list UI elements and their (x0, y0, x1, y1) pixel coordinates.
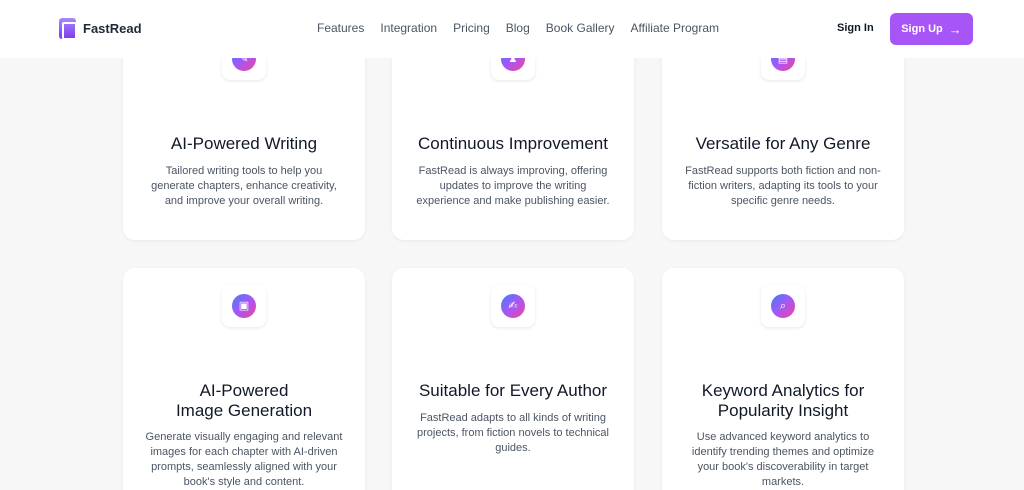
feature-icon-box: ▣ (222, 285, 266, 327)
feature-description: Use advanced keyword analytics to identi… (676, 430, 890, 490)
title-line: Keyword Analytics for (701, 381, 865, 400)
title-line: Image Generation (175, 401, 313, 420)
desc-line: images for each chapter with AI-driven (150, 446, 338, 458)
desc-line: prompts, seamlessly aligned with your (151, 461, 337, 473)
desc-line: fiction writers, adapting its tools to y… (688, 180, 878, 192)
feature-card-keyword-analytics: ⌕ Keyword Analytics for Popularity Insig… (662, 268, 904, 490)
document-icon: ✍ (501, 294, 525, 318)
feature-card-continuous-improvement: ▲ Continuous Improvement FastRead is alw… (392, 30, 634, 240)
nav-book-gallery[interactable]: Book Gallery (546, 21, 615, 35)
feature-card-ai-writing: ✎ AI-Powered Writing Tailored writing to… (123, 30, 365, 240)
feature-title: AI-Powered Writing (170, 134, 318, 153)
top-navigation-bar: FastRead Features Integration Pricing Bl… (0, 0, 1024, 58)
desc-line: Generate visually engaging and relevant (145, 431, 343, 443)
desc-line: guides. (495, 442, 531, 454)
feature-description: Tailored writing tools to help you gener… (137, 164, 351, 209)
feature-title: Continuous Improvement (418, 134, 608, 153)
nav-pricing[interactable]: Pricing (453, 21, 490, 35)
feature-description: FastRead is always improving, offering u… (406, 164, 620, 209)
desc-line: projects, from fiction novels to technic… (417, 427, 609, 439)
feature-title: Versatile for Any Genre (695, 134, 871, 153)
feature-title: Keyword Analytics for Popularity Insight (672, 381, 894, 421)
title-line: Popularity Insight (717, 401, 849, 420)
sign-in-link[interactable]: Sign In (837, 22, 874, 34)
feature-icon-box: ⌕ (761, 285, 805, 327)
brand-name: FastRead (83, 21, 142, 36)
nav-affiliate-program[interactable]: Affiliate Program (631, 21, 719, 35)
feature-card-versatile-genre: ▤ Versatile for Any Genre FastRead suppo… (662, 30, 904, 240)
arrow-right-icon: → (948, 21, 962, 37)
feature-card-every-author: ✍ Suitable for Every Author FastRead ada… (392, 268, 634, 490)
feature-description: FastRead adapts to all kinds of writing … (406, 411, 620, 456)
nav-integration[interactable]: Integration (380, 21, 437, 35)
desc-line: identify trending themes and optimize (691, 446, 875, 458)
desc-line: and improve your overall writing. (164, 195, 324, 207)
page: FastRead Features Integration Pricing Bl… (0, 0, 1024, 490)
feature-description: Generate visually engaging and relevant … (137, 430, 351, 490)
feature-card-image-generation: ▣ AI-Powered Image Generation Generate v… (123, 268, 365, 490)
feature-icon-box: ✍ (491, 285, 535, 327)
feature-title: AI-Powered Image Generation (133, 381, 355, 421)
desc-line: FastRead is always improving, offering (418, 165, 608, 177)
desc-line: specific genre needs. (731, 195, 835, 207)
desc-line: updates to improve the writing (439, 180, 587, 192)
desc-line: generate chapters, enhance creativity, (151, 180, 337, 192)
desc-line: FastRead supports both fiction and non- (685, 165, 881, 177)
main-nav: Features Integration Pricing Blog Book G… (317, 21, 735, 35)
sign-up-label: Sign Up (901, 23, 943, 35)
desc-line: book's style and content. (183, 476, 305, 488)
desc-line: FastRead adapts to all kinds of writing (420, 412, 606, 424)
brand-logo[interactable]: FastRead (59, 18, 142, 40)
nav-blog[interactable]: Blog (506, 21, 530, 35)
title-line: AI-Powered (199, 381, 289, 400)
desc-line: markets. (761, 476, 805, 488)
search-analytics-icon: ⌕ (771, 294, 795, 318)
nav-features[interactable]: Features (317, 21, 364, 35)
image-icon: ▣ (232, 294, 256, 318)
desc-line: experience and make publishing easier. (416, 195, 610, 207)
book-logo-icon (59, 18, 77, 40)
sign-up-button[interactable]: Sign Up → (890, 13, 973, 45)
desc-line: your book's discoverability in target (697, 461, 869, 473)
feature-title: Suitable for Every Author (418, 381, 608, 400)
desc-line: Use advanced keyword analytics to (696, 431, 870, 443)
desc-line: Tailored writing tools to help you (165, 165, 323, 177)
feature-description: FastRead supports both fiction and non- … (676, 164, 890, 209)
